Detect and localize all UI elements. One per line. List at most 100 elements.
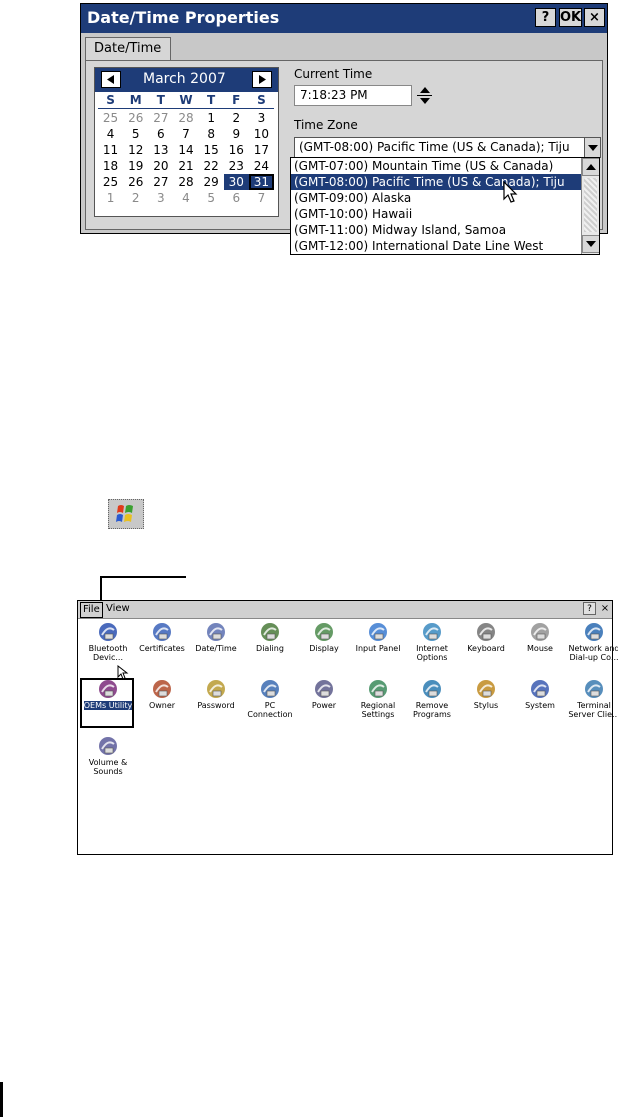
calendar-day[interactable]: 18 xyxy=(98,158,123,174)
calendar-day[interactable]: 5 xyxy=(199,190,224,206)
prev-month-button[interactable] xyxy=(101,71,121,88)
time-zone-option[interactable]: (GMT-09:00) Alaska xyxy=(291,190,581,206)
calendar-day[interactable]: 26 xyxy=(123,174,148,190)
start-button-icon[interactable] xyxy=(108,499,144,529)
calendar-day[interactable]: 14 xyxy=(173,142,198,158)
control-panel-item[interactable]: Owner xyxy=(134,678,190,732)
control-panel-item[interactable]: Keyboard xyxy=(458,621,514,675)
calendar-day[interactable]: 7 xyxy=(173,126,198,142)
time-zone-option[interactable]: (GMT-11:00) Midway Island, Samoa xyxy=(291,222,581,238)
control-panel-item[interactable]: System xyxy=(512,678,568,732)
calendar-day[interactable]: 3 xyxy=(148,190,173,206)
control-panel-item-label: Network and Dial-up Co... xyxy=(566,644,618,662)
calendar-day[interactable]: 6 xyxy=(148,126,173,142)
menu-view[interactable]: View xyxy=(104,602,132,616)
calendar-day[interactable]: 19 xyxy=(123,158,148,174)
calendar-day[interactable]: 25 xyxy=(98,174,123,190)
input-panel-icon xyxy=(369,623,387,641)
internet-options-icon xyxy=(423,623,441,641)
control-panel-item[interactable]: Display xyxy=(296,621,352,675)
control-panel-item[interactable]: Password xyxy=(188,678,244,732)
control-panel-item[interactable]: Regional Settings xyxy=(350,678,406,732)
menu-file[interactable]: File xyxy=(80,602,103,618)
time-zone-option[interactable]: (GMT-08:00) Pacific Time (US & Canada); … xyxy=(291,174,581,190)
calendar-day[interactable]: 3 xyxy=(249,110,274,126)
calendar-day[interactable]: 1 xyxy=(98,190,123,206)
calendar-day[interactable]: 10 xyxy=(249,126,274,142)
control-panel-item[interactable]: Certificates xyxy=(134,621,190,675)
calendar-day[interactable]: 31 xyxy=(248,174,274,190)
page-edge-mark xyxy=(0,1082,3,1117)
control-panel-item[interactable]: Input Panel xyxy=(350,621,406,675)
help-button[interactable]: ? xyxy=(535,8,556,27)
calendar-day[interactable]: 29 xyxy=(199,174,224,190)
spin-up-icon[interactable] xyxy=(420,87,430,93)
control-panel-item-label-text: Certificates xyxy=(139,644,185,653)
calendar-day[interactable]: 4 xyxy=(98,126,123,142)
scroll-up-button[interactable] xyxy=(582,158,599,176)
calendar-day[interactable]: 28 xyxy=(173,110,198,126)
calendar-day[interactable]: 25 xyxy=(98,110,123,126)
current-time-field[interactable]: 7:18:23 PM xyxy=(294,85,412,106)
spin-down-icon[interactable] xyxy=(420,98,430,104)
control-panel-item[interactable]: Stylus xyxy=(458,678,514,732)
calendar-day[interactable]: 13 xyxy=(148,142,173,158)
calendar-day[interactable]: 9 xyxy=(224,126,249,142)
left-triangle-icon xyxy=(107,75,114,84)
calendar-day[interactable]: 16 xyxy=(224,142,249,158)
control-panel-item-label-text: Stylus xyxy=(473,701,499,710)
next-month-button[interactable] xyxy=(252,71,272,88)
control-panel-item[interactable]: Terminal Server Clie... xyxy=(566,678,618,732)
calendar-day[interactable]: 24 xyxy=(249,158,274,174)
calendar-day[interactable]: 27 xyxy=(148,174,173,190)
time-zone-option[interactable]: (GMT-12:00) International Date Line West xyxy=(291,238,581,254)
control-panel-item[interactable]: Remove Programs xyxy=(404,678,460,732)
calendar-day[interactable]: 23 xyxy=(224,158,249,174)
control-panel-item-label: Internet Options xyxy=(404,644,460,662)
tab-label: Date/Time xyxy=(94,41,162,56)
control-panel-item[interactable]: Internet Options xyxy=(404,621,460,675)
calendar-day[interactable]: 6 xyxy=(224,190,249,206)
calendar-day[interactable]: 8 xyxy=(199,126,224,142)
calendar-day[interactable]: 4 xyxy=(173,190,198,206)
calendar-day[interactable]: 28 xyxy=(173,174,198,190)
calendar-day[interactable]: 22 xyxy=(199,158,224,174)
stylus-icon xyxy=(477,680,495,698)
help-button[interactable]: ? xyxy=(583,602,596,615)
time-spinner[interactable] xyxy=(416,85,434,106)
calendar-day[interactable]: 2 xyxy=(123,190,148,206)
calendar-day[interactable]: 1 xyxy=(199,110,224,126)
calendar-day[interactable]: 5 xyxy=(123,126,148,142)
calendar-day[interactable]: 27 xyxy=(148,110,173,126)
scroll-down-button[interactable] xyxy=(582,235,599,253)
control-panel-item[interactable]: Volume & Sounds xyxy=(80,735,136,789)
calendar-day[interactable]: 17 xyxy=(249,142,274,158)
calendar-day[interactable]: 30 xyxy=(223,174,249,190)
time-zone-combobox[interactable]: (GMT-08:00) Pacific Time (US & Canada); … xyxy=(294,137,601,158)
calendar-day[interactable]: 20 xyxy=(148,158,173,174)
calendar-day[interactable]: 7 xyxy=(249,190,274,206)
calendar-day[interactable]: 12 xyxy=(123,142,148,158)
control-panel-item[interactable]: Mouse xyxy=(512,621,568,675)
control-panel-item[interactable]: Dialing xyxy=(242,621,298,675)
control-panel-item[interactable]: Power xyxy=(296,678,352,732)
calendar-day[interactable]: 11 xyxy=(98,142,123,158)
calendar-day[interactable]: 2 xyxy=(224,110,249,126)
tab-datetime[interactable]: Date/Time xyxy=(85,37,171,61)
calendar-day[interactable]: 15 xyxy=(199,142,224,158)
calendar-month-label[interactable]: March 2007 xyxy=(143,71,226,87)
control-panel-item[interactable]: Network and Dial-up Co... xyxy=(566,621,618,675)
scroll-track[interactable] xyxy=(584,178,597,232)
calendar-day[interactable]: 26 xyxy=(123,110,148,126)
time-zone-option[interactable]: (GMT-07:00) Mountain Time (US & Canada) xyxy=(291,158,581,174)
close-button[interactable]: × xyxy=(584,8,605,27)
close-button[interactable]: × xyxy=(599,602,611,615)
ok-button[interactable]: OK xyxy=(559,8,582,27)
control-panel-item[interactable]: PC Connection xyxy=(242,678,298,732)
time-zone-dropdown-button[interactable] xyxy=(584,138,600,157)
dialing-icon xyxy=(261,623,279,641)
calendar-day[interactable]: 21 xyxy=(173,158,198,174)
time-zone-scrollbar[interactable] xyxy=(581,158,599,254)
time-zone-option[interactable]: (GMT-10:00) Hawaii xyxy=(291,206,581,222)
control-panel-item[interactable]: Date/Time xyxy=(188,621,244,675)
